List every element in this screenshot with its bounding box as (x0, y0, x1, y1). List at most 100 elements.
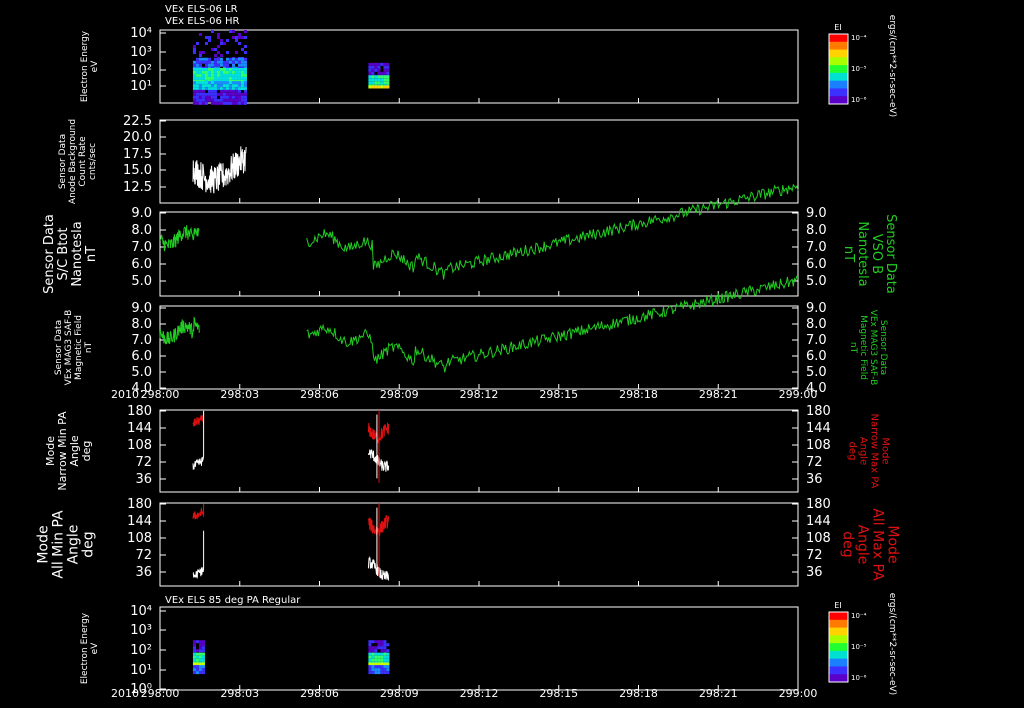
spectrogram-cell (228, 101, 232, 105)
spectrogram-cell (377, 668, 381, 672)
spectrogram-cell (210, 63, 214, 67)
panel-6-ytick-label-right: 144 (806, 514, 831, 529)
spectrogram-cell (201, 643, 205, 647)
panel-4-ylabel-right: Sensor Data (878, 320, 888, 375)
panel-3-ytick-label-right: 8.0 (806, 223, 827, 238)
spectrogram-cell (377, 671, 381, 675)
spectrogram-cell (228, 87, 232, 91)
spectrogram-cell (383, 75, 387, 79)
spectrogram-cell (237, 76, 241, 80)
spectrogram-cell (216, 57, 220, 61)
panel-3-ytick-label: 6.0 (131, 257, 152, 272)
colorbar-top-tick: 10⁻⁶ (851, 96, 867, 104)
panel-4-ylabel-right: VEx MAG3 SAF-B (868, 310, 878, 386)
spectrogram-cell (210, 89, 214, 93)
spectrogram-cell (383, 658, 387, 662)
header-title-2: VEx ELS-06 HR (165, 16, 240, 27)
spectrogram-cell (216, 51, 220, 54)
spectrogram-cell (231, 89, 235, 93)
panel-4-ytick-label: 5.0 (131, 365, 152, 380)
spectrogram-cell (377, 65, 381, 69)
spectrogram-cell (201, 649, 205, 653)
spectrogram-cell (204, 81, 208, 85)
spectrogram-cell (198, 95, 202, 99)
spectrogram-cell (192, 92, 196, 96)
panel-4-ytick-label: 9.0 (131, 301, 152, 316)
spectrogram-cell (374, 658, 378, 662)
spectrogram-cell (225, 60, 229, 64)
panel-4-ytick-label-right: 8.0 (806, 317, 827, 332)
spectrogram-cell (222, 67, 226, 71)
spectrogram-cell (371, 658, 375, 662)
panel-3-ytick-label: 9.0 (131, 206, 152, 221)
panel-3-ylabel: Nanotesla (70, 221, 85, 286)
spectrogram-cell (192, 84, 196, 88)
spectrogram-cell (201, 76, 205, 80)
spectrogram-cell (213, 54, 217, 57)
spectrogram-cell (210, 87, 214, 91)
spectrogram-cell (368, 652, 372, 656)
panel-5-ytick-label-right: 180 (806, 404, 831, 419)
spectrogram-cell (216, 70, 220, 74)
panel-2-frame (159, 119, 799, 204)
spectrogram-cell (380, 652, 384, 656)
spectrogram-cell (234, 57, 238, 61)
spectrogram-cell (386, 668, 390, 672)
spectrogram-cell (192, 81, 196, 85)
spectrogram-cell (213, 57, 217, 61)
panel-3-ylabel-right: Nanotesla (855, 221, 870, 286)
min-pa-trace-b (367, 449, 390, 472)
spectrogram-cell (222, 89, 226, 93)
spectrogram-cell (240, 81, 244, 85)
spectrogram-cell (213, 70, 217, 74)
spectrogram-cell (192, 73, 196, 77)
spectrogram-cell (204, 60, 208, 64)
panel-7-ytick-label: 10¹ (130, 663, 152, 678)
spectrogram-cell (192, 671, 196, 675)
colorbar-top-segment (829, 88, 848, 97)
spectrogram-cell (225, 76, 229, 80)
spectrogram-cell (195, 73, 199, 77)
spectrogram-cell (368, 655, 372, 659)
spectrogram-cell (204, 63, 208, 67)
spectrogram-cell (377, 658, 381, 662)
spectrogram-cell (216, 73, 220, 77)
spectrogram-cell (377, 646, 381, 650)
spectrogram-cell (234, 89, 238, 93)
colorbar-top-tick: 10⁻⁵ (851, 65, 867, 73)
spectrogram-cell (192, 665, 196, 669)
spectrogram-cell (195, 665, 199, 669)
spectrogram-cell (210, 67, 214, 71)
spectrogram-cell (222, 84, 226, 88)
spectrogram-cell (207, 98, 211, 102)
spectrogram-cell (240, 87, 244, 91)
panel-3-ylabel-right: Sensor Data (883, 214, 898, 294)
spectrogram-cell (201, 665, 205, 669)
spectrogram-cell (198, 101, 202, 105)
spectrogram-cell (374, 81, 378, 85)
spectrogram-cell (237, 87, 241, 91)
spectrogram-cell (240, 101, 244, 105)
colorbar-top-units: ergs/(cm**2-sr-sec-eV) (887, 15, 897, 117)
panel-2-ytick-label: 17.5 (123, 147, 152, 162)
spectrogram-cell (380, 71, 384, 75)
spectrogram-cell (195, 92, 199, 96)
colorbar-bottom-title: EI (834, 601, 841, 610)
spectrogram-cell (213, 84, 217, 88)
spectrogram-cell (243, 67, 247, 71)
spectrogram-cell (368, 668, 372, 672)
spectrogram-cell (383, 62, 387, 66)
spectrogram-cell (219, 89, 223, 93)
spectrogram-cell (374, 655, 378, 659)
spectrogram-cell (225, 84, 229, 88)
spectrogram-cell (374, 640, 378, 644)
colorbar-top-segment (829, 34, 848, 43)
max-pa-trace-a (192, 410, 205, 427)
spectrogram-cell (240, 67, 244, 71)
spectrogram-cell (231, 73, 235, 77)
spectrogram-cell (374, 65, 378, 69)
spectrogram-cell (204, 92, 208, 96)
spectrogram-cell (377, 62, 381, 66)
spectrogram-cell (207, 39, 211, 42)
spectrogram-cell (368, 68, 372, 72)
